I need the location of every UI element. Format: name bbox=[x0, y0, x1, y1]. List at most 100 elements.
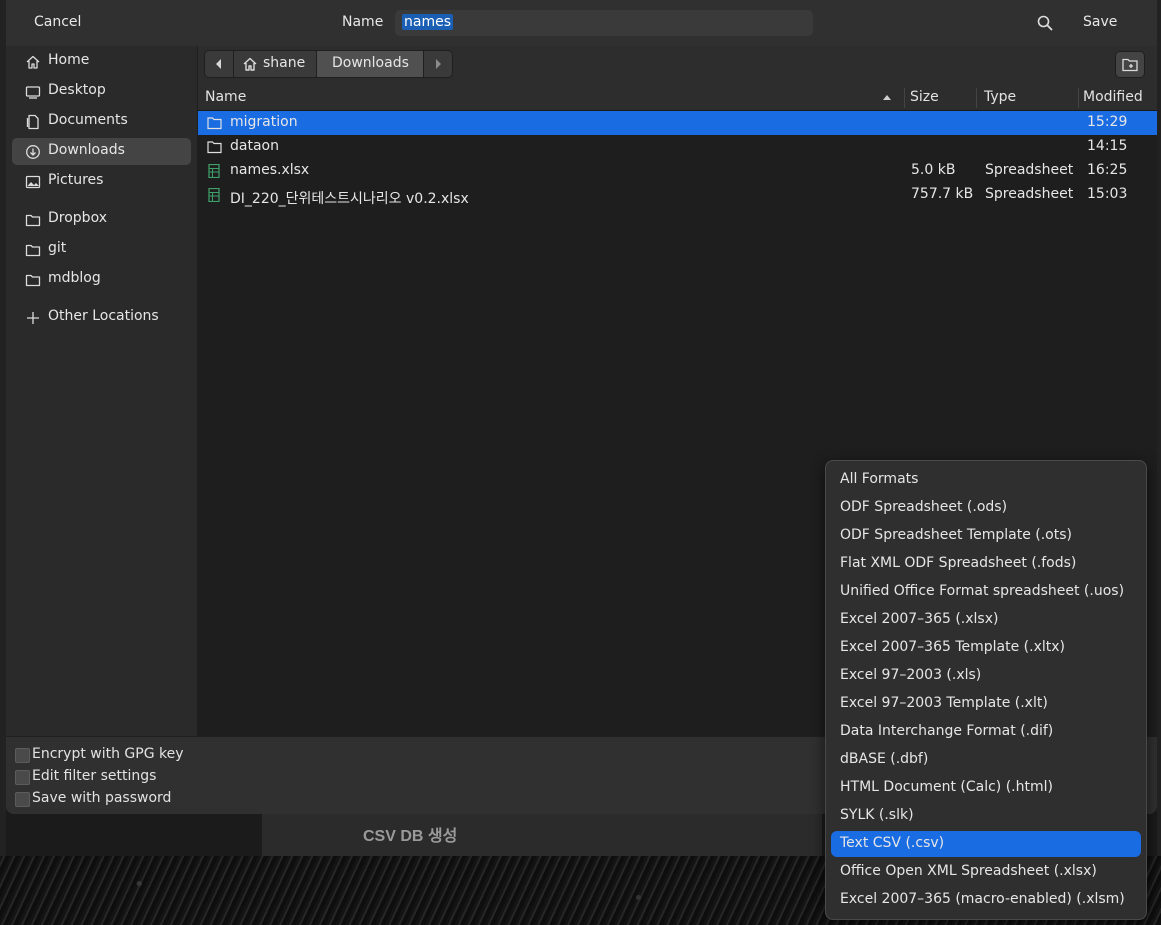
format-option[interactable]: All Formats bbox=[831, 467, 1141, 493]
format-option-label: Text CSV (.csv) bbox=[840, 835, 945, 851]
file-modified: 15:29 bbox=[1087, 114, 1128, 130]
folder-icon bbox=[25, 244, 41, 257]
column-size[interactable]: Size bbox=[910, 89, 939, 105]
file-modified: 15:03 bbox=[1087, 186, 1128, 202]
format-option-label: Excel 2007–365 (macro-enabled) (.xlsm) bbox=[840, 891, 1125, 907]
column-separator bbox=[1078, 88, 1079, 108]
path-crumb-home[interactable]: shane bbox=[233, 50, 317, 78]
save-button[interactable]: Save bbox=[1083, 14, 1117, 30]
file-row[interactable]: dataon 14:15 bbox=[198, 135, 1157, 159]
background-slide-strip bbox=[262, 814, 822, 856]
file-name: names.xlsx bbox=[230, 162, 310, 178]
sidebar-item-label: mdblog bbox=[48, 270, 101, 286]
format-option-label: Unified Office Format spreadsheet (.uos) bbox=[840, 583, 1125, 599]
file-name: dataon bbox=[230, 138, 279, 154]
format-option-label: ODF Spreadsheet (.ods) bbox=[840, 499, 1008, 515]
sidebar-item-other-locations[interactable]: Other Locations bbox=[12, 304, 191, 331]
sidebar-item-label: Home bbox=[48, 52, 90, 68]
encrypt-checkbox[interactable] bbox=[15, 748, 30, 763]
new-folder-icon bbox=[1122, 58, 1138, 72]
background-window-edge-right bbox=[1157, 0, 1161, 860]
sidebar-item-label: Downloads bbox=[48, 142, 125, 158]
spreadsheet-icon bbox=[208, 164, 220, 178]
sidebar-item-downloads[interactable]: Downloads bbox=[12, 138, 191, 165]
sidebar-item-label: Documents bbox=[48, 112, 128, 128]
format-option[interactable]: Excel 2007–365 Template (.xltx) bbox=[831, 635, 1141, 661]
name-label: Name bbox=[342, 14, 384, 30]
file-row[interactable]: migration 15:29 bbox=[198, 111, 1157, 135]
format-option[interactable]: Unified Office Format spreadsheet (.uos) bbox=[831, 579, 1141, 605]
plus-icon bbox=[27, 312, 39, 324]
format-option-label: Excel 2007–365 (.xlsx) bbox=[840, 611, 999, 627]
file-name: migration bbox=[230, 114, 298, 130]
format-option-label: Excel 2007–365 Template (.xltx) bbox=[840, 639, 1065, 655]
format-option[interactable]: SYLK (.slk) bbox=[831, 803, 1141, 829]
sidebar-item-label: Pictures bbox=[48, 172, 104, 188]
format-option[interactable]: Data Interchange Format (.dif) bbox=[831, 719, 1141, 745]
format-option-label: dBASE (.dbf) bbox=[840, 751, 929, 767]
sidebar-item-label: git bbox=[48, 240, 67, 256]
format-option-label: Data Interchange Format (.dif) bbox=[840, 723, 1054, 739]
chevron-right-icon bbox=[436, 59, 441, 69]
password-checkbox[interactable] bbox=[15, 792, 30, 807]
file-size: 757.7 kB bbox=[911, 186, 974, 202]
password-label: Save with password bbox=[32, 790, 172, 806]
new-folder-button[interactable] bbox=[1115, 51, 1145, 78]
background-caption: CSV DB 생성 bbox=[363, 828, 458, 845]
sidebar-item-mdblog[interactable]: mdblog bbox=[12, 266, 191, 293]
path-crumb-downloads-label: Downloads bbox=[332, 55, 409, 71]
format-option[interactable]: Text CSV (.csv) bbox=[831, 831, 1141, 857]
column-separator bbox=[904, 88, 905, 108]
download-icon bbox=[26, 145, 40, 159]
file-modified: 14:15 bbox=[1087, 138, 1128, 154]
edit-filter-checkbox[interactable] bbox=[15, 770, 30, 785]
sidebar-item-dropbox[interactable]: Dropbox bbox=[12, 206, 191, 233]
file-type: Spreadsheet bbox=[985, 162, 1074, 178]
format-option[interactable]: HTML Document (Calc) (.html) bbox=[831, 775, 1141, 801]
format-option[interactable]: Excel 2007–365 (.xlsx) bbox=[831, 607, 1141, 633]
sidebar-item-label: Dropbox bbox=[48, 210, 107, 226]
path-forward-button[interactable] bbox=[423, 50, 453, 78]
format-option[interactable]: ODF Spreadsheet (.ods) bbox=[831, 495, 1141, 521]
sidebar-item-documents[interactable]: Documents bbox=[12, 108, 191, 135]
sidebar-item-label: Other Locations bbox=[48, 308, 159, 324]
file-row[interactable]: DI_220_단위테스트시나리오 v0.2.xlsx 757.7 kB Spread… bbox=[198, 183, 1157, 207]
format-option-label: ODF Spreadsheet Template (.ots) bbox=[840, 527, 1072, 543]
folder-icon bbox=[25, 274, 41, 287]
format-option[interactable]: Excel 2007–365 (macro-enabled) (.xlsm) bbox=[831, 887, 1141, 913]
column-header: Name Size Type Modified bbox=[198, 86, 1157, 111]
format-option[interactable]: dBASE (.dbf) bbox=[831, 747, 1141, 773]
documents-icon bbox=[26, 114, 39, 130]
edit-filter-label: Edit filter settings bbox=[32, 768, 157, 784]
column-separator bbox=[976, 88, 977, 108]
format-option-label: Excel 97–2003 Template (.xlt) bbox=[840, 695, 1048, 711]
format-option-label: HTML Document (Calc) (.html) bbox=[840, 779, 1053, 795]
sidebar-item-git[interactable]: git bbox=[12, 236, 191, 263]
filename-input[interactable]: names bbox=[395, 10, 813, 36]
file-row[interactable]: names.xlsx 5.0 kB Spreadsheet 16:25 bbox=[198, 159, 1157, 183]
cancel-button[interactable]: Cancel bbox=[34, 14, 81, 30]
format-option[interactable]: Office Open XML Spreadsheet (.xlsx) bbox=[831, 859, 1141, 885]
format-option[interactable]: Flat XML ODF Spreadsheet (.fods) bbox=[831, 551, 1141, 577]
format-option[interactable]: Excel 97–2003 (.xls) bbox=[831, 663, 1141, 689]
column-modified[interactable]: Modified bbox=[1083, 89, 1143, 105]
search-icon[interactable] bbox=[1036, 14, 1054, 32]
home-icon bbox=[243, 57, 257, 71]
sidebar-item-pictures[interactable]: Pictures bbox=[12, 168, 191, 195]
sidebar-item-desktop[interactable]: Desktop bbox=[12, 78, 191, 105]
encrypt-label: Encrypt with GPG key bbox=[32, 746, 184, 762]
format-option[interactable]: Excel 97–2003 Template (.xlt) bbox=[831, 691, 1141, 717]
column-name[interactable]: Name bbox=[205, 89, 246, 105]
chevron-left-icon bbox=[216, 59, 221, 69]
pictures-icon bbox=[25, 175, 41, 189]
file-format-dropdown: All Formats ODF Spreadsheet (.ods) ODF Spr… bbox=[825, 460, 1147, 920]
spreadsheet-icon bbox=[208, 188, 220, 202]
path-crumb-downloads[interactable]: Downloads bbox=[316, 50, 424, 78]
format-option-label: Office Open XML Spreadsheet (.xlsx) bbox=[840, 863, 1097, 879]
column-type[interactable]: Type bbox=[984, 89, 1016, 105]
file-modified: 16:25 bbox=[1087, 162, 1128, 178]
path-back-button[interactable] bbox=[204, 50, 234, 78]
sidebar-item-home[interactable]: Home bbox=[12, 48, 191, 75]
format-option-label: All Formats bbox=[840, 471, 919, 487]
format-option[interactable]: ODF Spreadsheet Template (.ots) bbox=[831, 523, 1141, 549]
